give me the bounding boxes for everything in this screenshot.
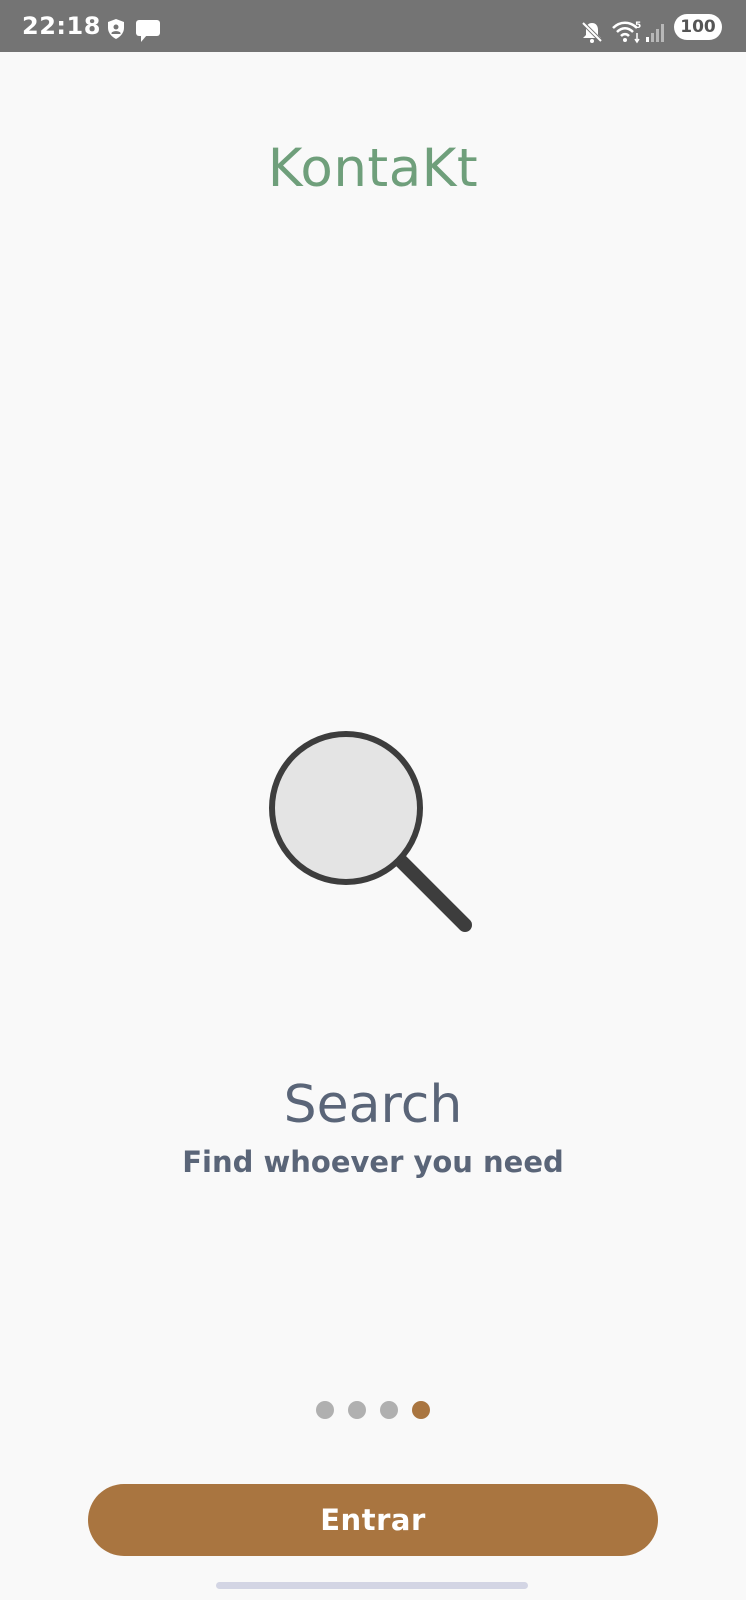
page-indicator [0,1401,746,1419]
battery-icon: 100 [674,14,722,40]
enter-button[interactable]: Entrar [88,1484,658,1556]
slide-subtitle: Find whoever you need [182,1145,564,1179]
shield-icon [108,19,124,43]
page-dot-active[interactable] [412,1401,430,1419]
svg-text:5: 5 [635,21,641,31]
app-title: KontaKt [267,138,479,199]
page-dot[interactable] [316,1401,334,1419]
page-dot[interactable] [348,1401,366,1419]
status-bar: 22:18 5 100 [0,0,746,52]
status-time: 22:18 [22,12,101,40]
slide-title: Search [283,1075,463,1135]
message-icon [136,20,160,46]
page-dot[interactable] [380,1401,398,1419]
wifi-icon: 5 [612,20,642,48]
home-indicator[interactable] [216,1582,528,1589]
magnifier-icon [266,728,476,942]
signal-icon [646,22,666,46]
mute-icon [580,20,604,48]
